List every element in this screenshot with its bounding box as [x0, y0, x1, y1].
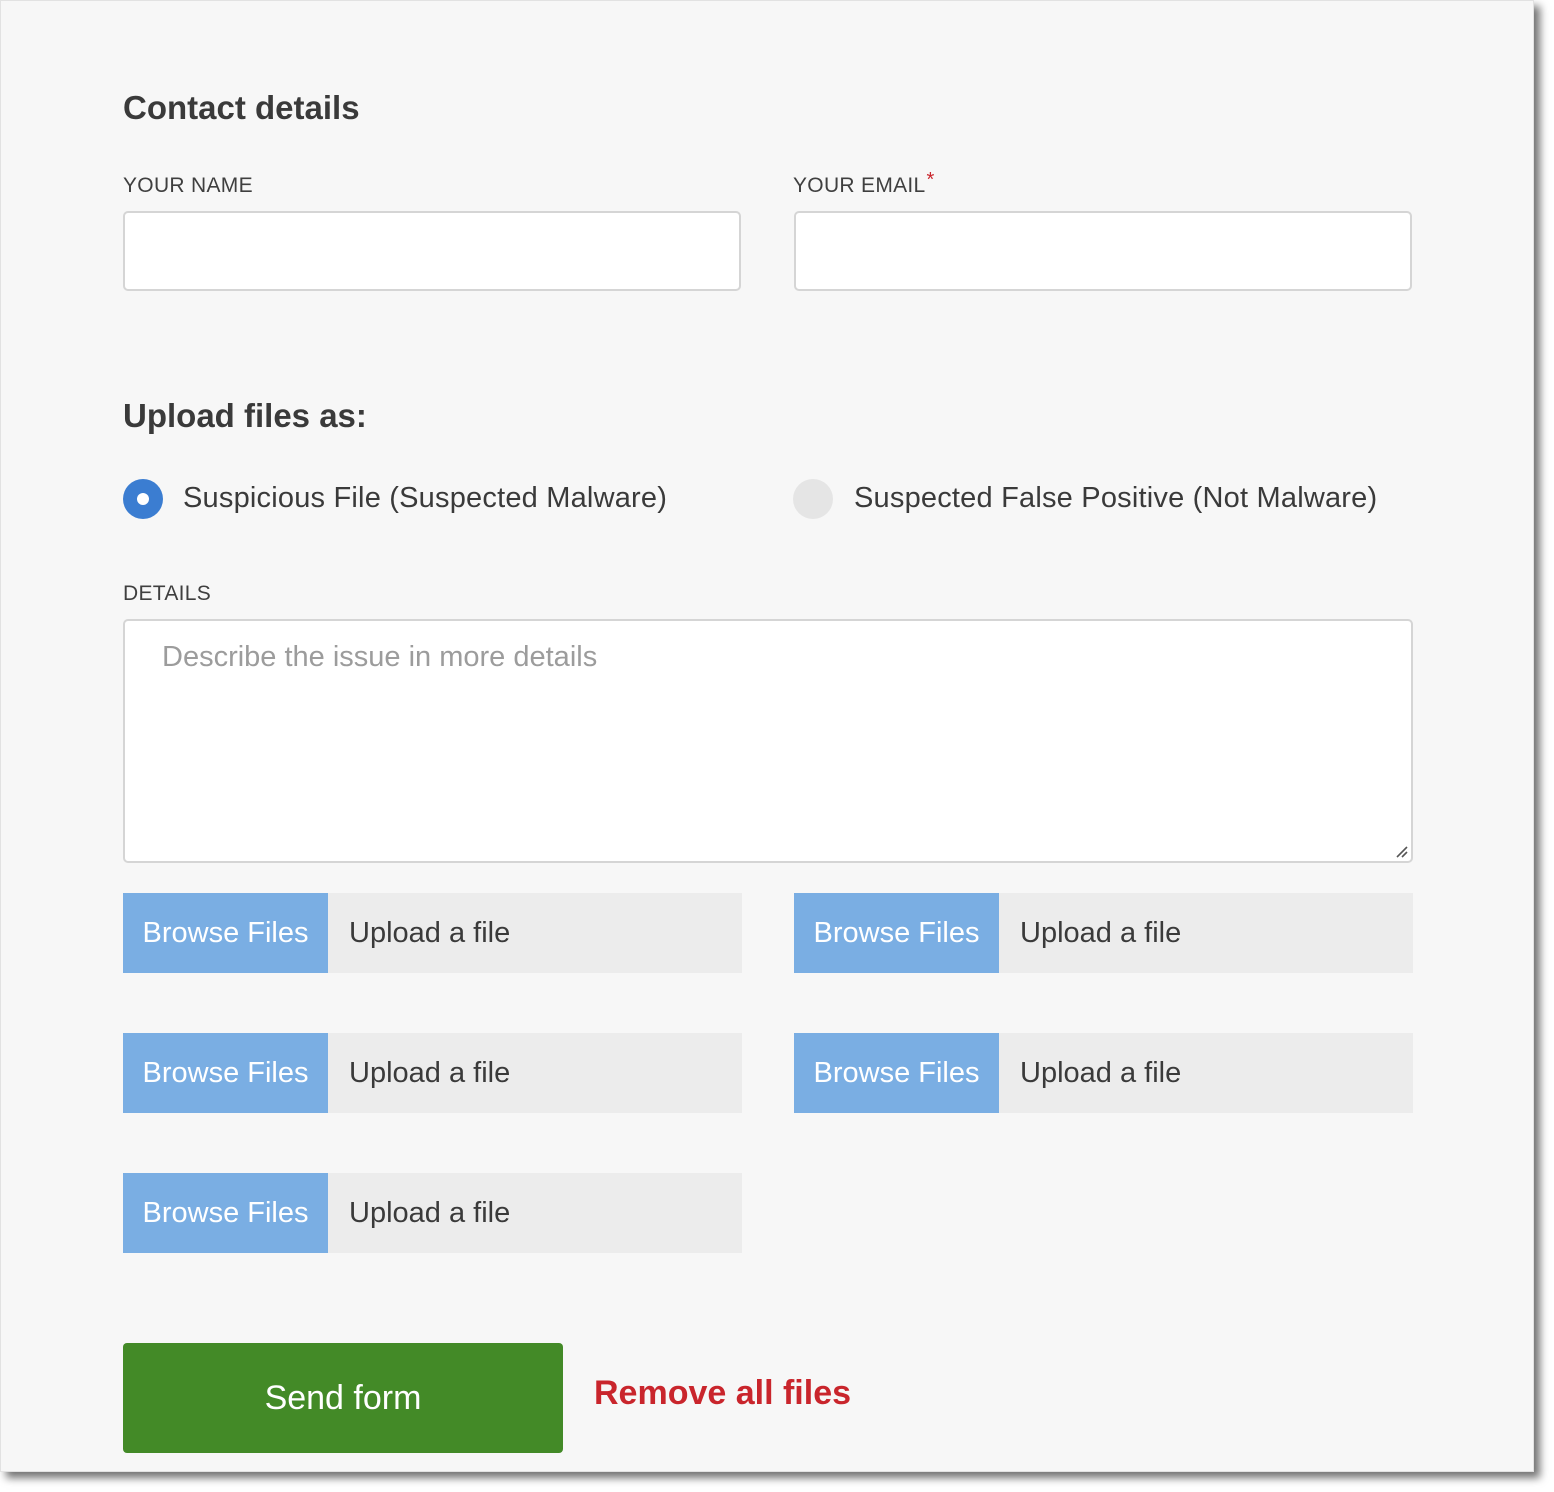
remove-all-files-link[interactable]: Remove all files — [594, 1374, 851, 1413]
radio-label-suspicious-file: Suspicious File (Suspected Malware) — [183, 482, 668, 514]
details-placeholder: Describe the issue in more details — [162, 641, 598, 673]
file-upload-2: Browse Files Upload a file — [794, 893, 1413, 973]
upload-file-text: Upload a file — [349, 1197, 511, 1229]
browse-files-button[interactable]: Browse Files — [794, 893, 999, 973]
browse-files-button[interactable]: Browse Files — [123, 1033, 328, 1113]
file-upload-4: Browse Files Upload a file — [794, 1033, 1413, 1113]
your-name-label-text: YOUR NAME — [123, 174, 253, 197]
file-upload-1: Browse Files Upload a file — [123, 893, 742, 973]
details-label: DETAILS — [123, 582, 212, 605]
upload-file-text: Upload a file — [349, 917, 511, 949]
upload-file-text: Upload a file — [1020, 1057, 1182, 1089]
your-email-input[interactable] — [794, 211, 1412, 291]
radio-option-suspicious-file[interactable]: Suspicious File (Suspected Malware) — [123, 477, 683, 523]
required-asterisk: * — [926, 169, 935, 191]
submission-form-card: Contact details YOUR NAME YOUR EMAIL* Up… — [0, 0, 1534, 1472]
upload-file-text: Upload a file — [349, 1057, 511, 1089]
file-upload-5: Browse Files Upload a file — [123, 1173, 742, 1253]
contact-details-heading: Contact details — [123, 89, 360, 126]
radio-option-false-positive[interactable]: Suspected False Positive (Not Malware) — [793, 477, 1393, 523]
radio-checked-icon[interactable] — [123, 479, 163, 519]
upload-file-text: Upload a file — [1020, 917, 1182, 949]
upload-files-as-heading: Upload files as: — [123, 397, 367, 434]
your-name-input[interactable] — [123, 211, 741, 291]
your-email-label-text: YOUR EMAIL — [793, 174, 926, 197]
browse-files-button[interactable]: Browse Files — [123, 1173, 328, 1253]
your-email-label: YOUR EMAIL* — [793, 169, 935, 198]
file-upload-3: Browse Files Upload a file — [123, 1033, 742, 1113]
browse-files-button[interactable]: Browse Files — [794, 1033, 999, 1113]
resize-handle-icon[interactable] — [1394, 844, 1408, 858]
browse-files-button[interactable]: Browse Files — [123, 893, 328, 973]
radio-unchecked-icon[interactable] — [793, 479, 833, 519]
details-textarea[interactable]: Describe the issue in more details — [123, 619, 1413, 863]
radio-dot — [137, 493, 149, 505]
radio-label-false-positive: Suspected False Positive (Not Malware) — [854, 482, 1378, 514]
your-name-label: YOUR NAME — [123, 174, 253, 198]
send-form-button[interactable]: Send form — [123, 1343, 563, 1453]
